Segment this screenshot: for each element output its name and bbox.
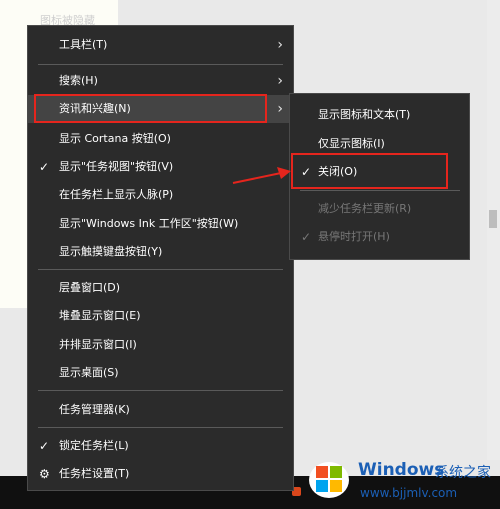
menu-item-show-cortana[interactable]: 显示 Cortana 按钮(O) [28, 125, 293, 153]
chevron-right-icon: › [277, 37, 283, 53]
menu-separator [38, 390, 283, 391]
windows-logo-icon [309, 462, 349, 498]
watermark-url: www.bjjmlv.com [360, 486, 458, 500]
menu-item-side-by-side[interactable]: 并排显示窗口(I) [28, 331, 293, 359]
menu-item-show-ink-workspace[interactable]: 显示"Windows Ink 工作区"按钮(W) [28, 210, 293, 238]
checkmark-icon: ✓ [39, 160, 50, 174]
vertical-scrollbar[interactable] [487, 0, 500, 460]
annotation-arrow-icon [232, 167, 291, 184]
gear-icon: ⚙ [39, 467, 50, 481]
chevron-right-icon: › [277, 101, 283, 117]
menu-item-task-manager[interactable]: 任务管理器(K) [28, 396, 293, 424]
menu-separator [300, 190, 460, 191]
annotation-highlight-turn-off [291, 153, 448, 189]
menu-item-taskbar-settings[interactable]: ⚙ 任务栏设置(T) [28, 460, 293, 488]
submenu-item-open-on-hover: ✓ 悬停时打开(H) [290, 223, 469, 251]
chevron-right-icon: › [277, 73, 283, 89]
menu-item-stack-windows[interactable]: 堆叠显示窗口(E) [28, 302, 293, 330]
menu-item-show-desktop[interactable]: 显示桌面(S) [28, 359, 293, 387]
submenu-item-icon-and-text[interactable]: 显示图标和文本(T) [290, 101, 469, 129]
checkmark-icon: ✓ [39, 439, 50, 453]
watermark-brand: Windows [358, 460, 445, 480]
submenu-item-reduce-updates: 减少任务栏更新(R) [318, 202, 412, 215]
menu-separator [38, 269, 283, 270]
menu-item-cascade-windows[interactable]: 层叠窗口(D) [28, 274, 293, 302]
menu-item-show-touch-keyboard[interactable]: 显示触摸键盘按钮(Y) [28, 238, 293, 266]
watermark-brand-cn: 系统之家 [435, 465, 491, 481]
watermark: Windows 系统之家 www.bjjmlv.com [300, 452, 500, 509]
menu-separator [38, 427, 283, 428]
checkmark-icon: ✓ [301, 230, 312, 244]
menu-item-lock-taskbar[interactable]: ✓ 锁定任务栏(L) [28, 432, 293, 460]
menu-separator [38, 64, 283, 65]
menu-item-search[interactable]: 搜索(H) › [28, 67, 293, 95]
menu-item-toolbars[interactable]: 工具栏(T) › [28, 31, 293, 59]
scrollbar-thumb[interactable] [489, 210, 497, 228]
annotation-highlight-news-interests [34, 94, 267, 123]
